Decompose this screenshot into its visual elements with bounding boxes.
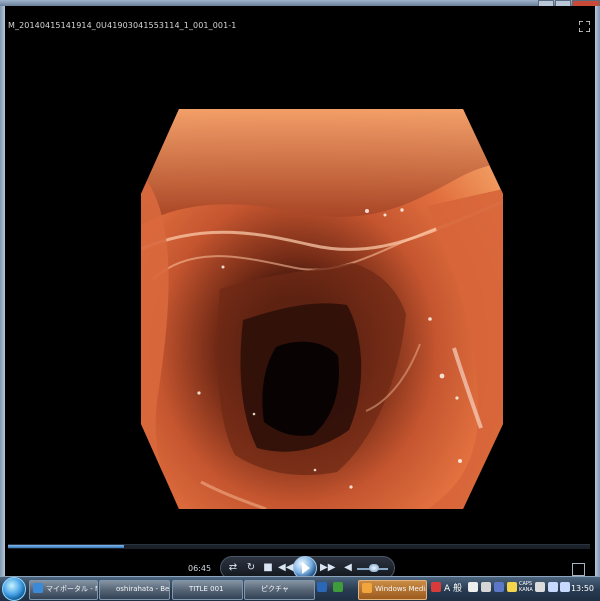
shuffle-icon[interactable]: ⇄	[227, 562, 239, 574]
media-player-icon	[362, 583, 372, 593]
taskbar-item-title001[interactable]: TITLE 001	[172, 580, 243, 600]
taskbar-item-portal[interactable]: マイポータル - NI...	[29, 580, 98, 600]
mail-icon	[103, 583, 113, 593]
play-icon	[302, 562, 310, 574]
volume-tray-icon[interactable]	[560, 582, 570, 592]
previous-icon[interactable]: ◀◀	[278, 562, 293, 574]
switch-to-library-icon[interactable]	[572, 563, 585, 576]
caps-indicator: CAPS KANA	[519, 581, 533, 593]
repeat-icon[interactable]: ↻	[245, 562, 257, 574]
volume-knob[interactable]	[368, 564, 379, 572]
folder-icon	[176, 583, 186, 593]
next-icon[interactable]: ▶▶	[320, 562, 335, 574]
pictures-icon	[248, 583, 258, 593]
endoscopy-video-frame	[141, 109, 503, 509]
network-icon[interactable]	[548, 582, 558, 592]
window-frame-right	[595, 6, 600, 576]
seek-bar[interactable]	[8, 544, 590, 549]
media-title: M_20140415141914_0U41903041553114_1_001_…	[8, 21, 237, 30]
start-button[interactable]	[2, 577, 26, 601]
help-icon[interactable]	[494, 582, 504, 592]
ime-pad-icon[interactable]	[507, 582, 517, 592]
taskbar-item-windows-media[interactable]: Windows Media ...	[358, 580, 427, 600]
tray-app-icon[interactable]	[431, 582, 441, 592]
excel-icon[interactable]	[333, 582, 343, 592]
seek-progress	[8, 545, 125, 548]
ime-settings-icon[interactable]	[481, 582, 491, 592]
media-player-window: M_20140415141914_0U41903041553114_1_001_…	[5, 6, 595, 580]
ime-tool-icon[interactable]	[468, 582, 478, 592]
fullscreen-icon[interactable]	[579, 21, 590, 32]
taskbar-item-pictures[interactable]: ピクチャ	[244, 580, 315, 600]
current-time: 06:45	[188, 564, 212, 573]
taskbar: マイポータル - NI... oshirahata - Bec... TITLE…	[0, 576, 600, 601]
portal-icon	[33, 583, 43, 593]
flag-icon[interactable]	[535, 582, 545, 592]
word-icon[interactable]	[317, 582, 327, 592]
ime-language-indicator[interactable]: A 般	[444, 581, 462, 594]
stop-icon[interactable]: ■	[262, 562, 274, 574]
taskbar-item-becky[interactable]: oshirahata - Bec...	[99, 580, 170, 600]
system-clock[interactable]: 13:50	[571, 584, 594, 593]
volume-icon[interactable]: ◀	[342, 562, 354, 574]
